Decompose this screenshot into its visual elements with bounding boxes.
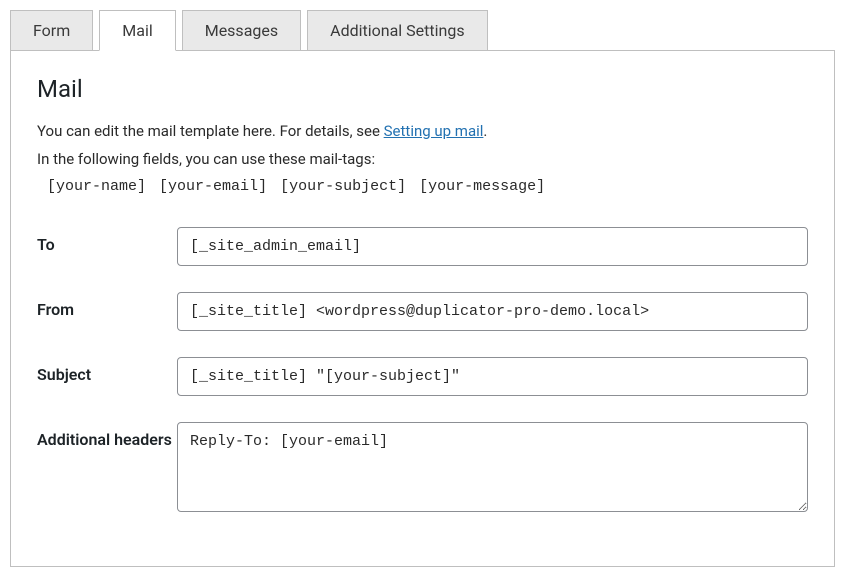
mail-tag: [your-subject]: [280, 175, 406, 199]
row-additional-headers: Additional headers Reply-To: [your-email…: [37, 422, 808, 516]
row-from: From: [37, 292, 808, 331]
input-subject[interactable]: [177, 357, 808, 396]
label-additional-headers: Additional headers: [37, 422, 177, 449]
row-subject: Subject: [37, 357, 808, 396]
label-subject: Subject: [37, 357, 177, 384]
mail-panel: Mail You can edit the mail template here…: [10, 50, 835, 567]
tab-messages[interactable]: Messages: [182, 10, 301, 51]
mail-form: To From Subject Additional headers Reply…: [37, 227, 808, 516]
intro-line2: In the following fields, you can use the…: [37, 147, 808, 171]
setting-up-mail-link[interactable]: Setting up mail: [384, 122, 484, 140]
tab-additional-settings[interactable]: Additional Settings: [307, 10, 487, 51]
label-to: To: [37, 227, 177, 254]
mail-tags-list: [your-name] [your-email] [your-subject] …: [47, 175, 808, 199]
row-to: To: [37, 227, 808, 266]
mail-tag: [your-name]: [47, 175, 146, 199]
label-from: From: [37, 292, 177, 319]
tabs-nav: Form Mail Messages Additional Settings: [10, 10, 835, 51]
tab-mail[interactable]: Mail: [99, 10, 175, 51]
panel-title: Mail: [37, 75, 808, 103]
intro-text: You can edit the mail template here. For…: [37, 119, 808, 199]
tab-form[interactable]: Form: [10, 10, 93, 51]
input-additional-headers[interactable]: Reply-To: [your-email]: [177, 422, 808, 512]
input-to[interactable]: [177, 227, 808, 266]
intro-line1-suffix: .: [483, 122, 487, 140]
intro-line1-prefix: You can edit the mail template here. For…: [37, 122, 384, 140]
input-from[interactable]: [177, 292, 808, 331]
mail-tag: [your-email]: [159, 175, 267, 199]
mail-tag: [your-message]: [419, 175, 545, 199]
